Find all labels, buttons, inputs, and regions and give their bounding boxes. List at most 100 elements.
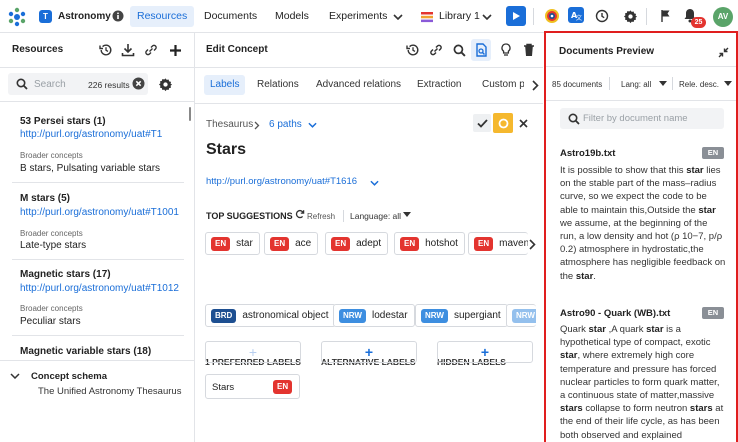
experiments-chevron-down-icon[interactable]: [389, 8, 407, 26]
suggestion-chip[interactable]: NRW lodestar: [333, 304, 415, 327]
tab-custom-properties[interactable]: Custom pro: [476, 75, 524, 95]
add-preferred-label-button[interactable]: +: [205, 341, 301, 363]
settings-gear-icon[interactable]: [621, 7, 639, 25]
history-icon[interactable]: [97, 41, 115, 59]
preferred-label-item[interactable]: Stars EN: [205, 374, 300, 399]
nav-experiments[interactable]: Experiments: [322, 6, 394, 27]
suggestion-label: astronomical object: [242, 310, 329, 321]
history-icon[interactable]: [593, 7, 611, 25]
avatar[interactable]: AV: [713, 7, 733, 27]
document-count: 85 documents: [552, 80, 603, 89]
nav-documents[interactable]: Documents: [197, 6, 264, 27]
nav-resources[interactable]: Resources: [130, 6, 195, 27]
lightbulb-icon[interactable]: [497, 41, 515, 59]
breadcrumb-paths[interactable]: 6 paths: [269, 119, 302, 130]
add-hidden-label-button[interactable]: +: [437, 341, 533, 363]
top-suggestions-title: TOP SUGGESTIONS: [206, 211, 293, 221]
suggestion-label: supergiant: [453, 310, 501, 321]
suggestion-chip[interactable]: EN ace: [264, 232, 319, 255]
document-title[interactable]: Astro90 - Quark (WB).txt: [560, 308, 670, 319]
divider: [0, 360, 194, 361]
add-alternative-label-button[interactable]: +: [321, 341, 417, 363]
concept-url[interactable]: http://purl.org/astronomy/uat#T1: [20, 129, 162, 140]
target-icon[interactable]: [543, 7, 561, 25]
tab-relations[interactable]: Relations: [251, 75, 305, 95]
lang-badge: EN: [702, 307, 724, 319]
lang-filter-dropdown-icon[interactable]: [658, 78, 668, 88]
concept-term[interactable]: Magnetic stars (17): [20, 269, 111, 280]
tab-extraction[interactable]: Extraction: [411, 75, 467, 95]
play-button[interactable]: [506, 6, 526, 26]
document-snippet: It is possible to show that this star li…: [560, 165, 726, 282]
concept-url[interactable]: http://purl.org/astronomy/uat#T1616: [206, 176, 357, 187]
scrollbar[interactable]: [189, 107, 191, 121]
broader-concepts-value: Late-type stars: [20, 240, 87, 251]
link-icon[interactable]: [427, 41, 445, 59]
concept-term[interactable]: Magnetic variable stars (18): [20, 346, 151, 357]
language-filter-dropdown-icon[interactable]: [401, 208, 413, 220]
document-filter-input[interactable]: Filter by document name: [583, 113, 688, 124]
tabs-scroll-right-icon[interactable]: [526, 76, 544, 94]
suggestion-chip[interactable]: EN hotshot: [394, 232, 465, 255]
add-icon[interactable]: [166, 41, 184, 59]
app-logo-icon[interactable]: [7, 7, 27, 27]
tab-labels[interactable]: Labels: [204, 75, 246, 95]
lang-badge: NRW: [421, 308, 448, 323]
documents-preview-panel: Documents Preview 85 documents Lang: all…: [544, 31, 738, 442]
divider: [533, 8, 534, 25]
suggestion-chip[interactable]: NRW supergiant: [415, 304, 508, 327]
info-icon[interactable]: [111, 8, 125, 24]
concept-schema-title[interactable]: Concept schema: [31, 371, 107, 382]
confirm-check-icon[interactable]: [473, 114, 491, 132]
suggestion-chip[interactable]: EN adept: [325, 232, 389, 255]
collapse-icon[interactable]: [714, 43, 732, 61]
nav-models[interactable]: Models: [268, 6, 316, 27]
app-badge: T: [39, 10, 52, 23]
suggestion-chip[interactable]: EN star: [205, 232, 260, 255]
concept-schema-item[interactable]: The Unified Astronomy Thesaurus: [38, 386, 181, 397]
filter-settings-gear-icon[interactable]: [156, 75, 174, 93]
lang-badge: EN: [400, 236, 420, 251]
paths-chevron-down-icon[interactable]: [303, 116, 321, 134]
pending-status-icon[interactable]: [493, 113, 513, 133]
divider: [12, 182, 184, 183]
lang-badge: EN: [273, 380, 293, 394]
document-title[interactable]: Astro19b.txt: [560, 148, 615, 159]
divider: [12, 335, 184, 336]
suggestions-scroll-right-icon[interactable]: [526, 235, 538, 253]
sort-selector[interactable]: Rele. desc.: [679, 80, 719, 89]
download-icon[interactable]: [119, 41, 137, 59]
reject-close-icon[interactable]: [514, 114, 532, 132]
language-filter[interactable]: Language: all: [350, 211, 401, 221]
top-navigation-bar: T Astronomy Resources Documents Models E…: [0, 0, 738, 33]
chevron-down-icon[interactable]: [6, 367, 24, 385]
clear-search-icon[interactable]: [131, 76, 145, 90]
search-icon[interactable]: [450, 41, 468, 59]
link-edit-icon[interactable]: [142, 41, 160, 59]
concept-term[interactable]: M stars (5): [20, 193, 70, 204]
divider: [672, 77, 673, 90]
suggestion-label: lodestar: [371, 310, 408, 321]
tab-advanced-relations[interactable]: Advanced relations: [310, 75, 407, 95]
library-chevron-down-icon[interactable]: [478, 8, 496, 26]
suggestion-chip[interactable]: BRD astronomical object: [205, 304, 336, 327]
breadcrumb-root[interactable]: Thesaurus: [206, 119, 253, 130]
refresh-button[interactable]: Refresh: [307, 212, 335, 221]
translate-icon[interactable]: A文: [568, 7, 584, 23]
language-filter[interactable]: Lang: all: [621, 80, 651, 89]
concept-url-chevron-down-icon[interactable]: [365, 174, 383, 192]
history-icon[interactable]: [404, 41, 422, 59]
trash-icon[interactable]: [520, 41, 538, 59]
search-input[interactable]: Search: [34, 79, 66, 90]
suggestion-chip[interactable]: EN maven: [468, 232, 528, 255]
sort-dropdown-icon[interactable]: [723, 78, 733, 88]
concept-url[interactable]: http://purl.org/astronomy/uat#T1001: [20, 207, 179, 218]
document-preview-icon[interactable]: [471, 39, 491, 61]
divider: [343, 210, 344, 222]
suggestion-chip[interactable]: NRW: [506, 304, 536, 327]
document-snippet: Quark star ,A quark star is a hypothetic…: [560, 324, 724, 441]
flag-icon[interactable]: [657, 7, 675, 25]
refresh-icon[interactable]: [294, 208, 306, 220]
concept-url[interactable]: http://purl.org/astronomy/uat#T1012: [20, 283, 179, 294]
concept-term[interactable]: 53 Persei stars (1): [20, 116, 106, 127]
